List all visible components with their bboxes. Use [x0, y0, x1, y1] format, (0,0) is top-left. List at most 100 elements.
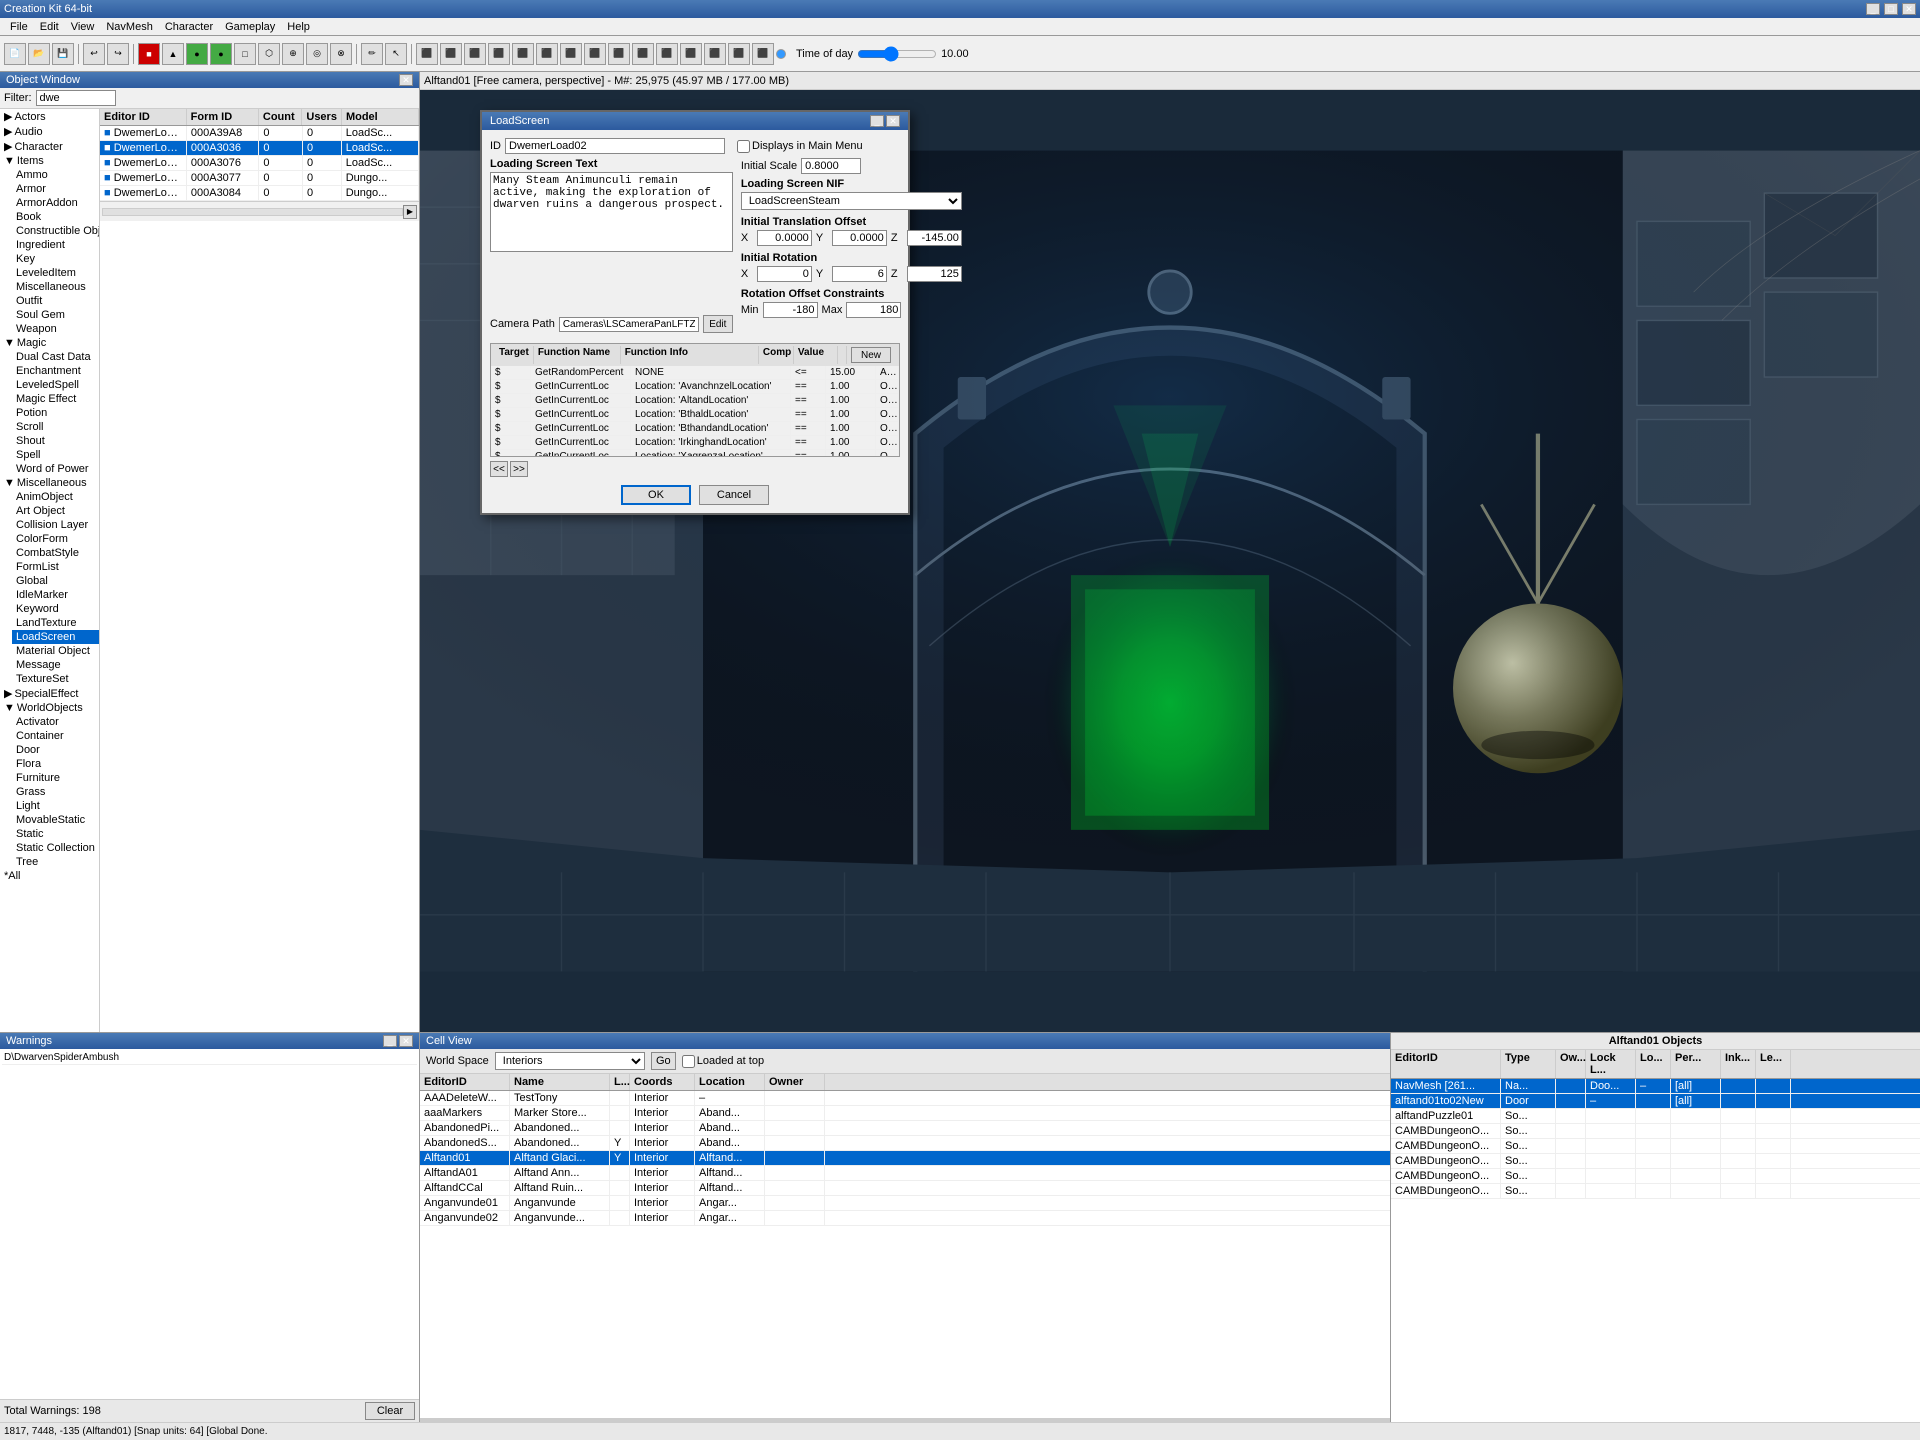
tree-scroll[interactable]: Scroll — [12, 420, 99, 434]
max-input[interactable] — [846, 302, 901, 318]
tree-container[interactable]: Container — [12, 729, 99, 743]
tool-4[interactable]: ● — [210, 43, 232, 65]
match-row[interactable]: $ GetInCurrentLoc Location: 'XagrenzaLoc… — [491, 450, 899, 456]
list-item[interactable]: ■ DwemerLoad04 000A3076 0 0 LoadSc... — [100, 156, 419, 171]
tree-specialeffect[interactable]: ▶SpecialEffect — [0, 686, 99, 701]
scroll-right-btn[interactable]: ▶ — [403, 205, 417, 219]
tree-actors[interactable]: ▶Actors — [0, 109, 99, 124]
list-scrollbar[interactable] — [102, 208, 403, 216]
alftand-row[interactable]: alftand01to02New Door – [all] — [1391, 1094, 1920, 1109]
cell-row[interactable]: Alftand01 Alftand Glaci... Y Interior Al… — [420, 1151, 1390, 1166]
tree-furniture[interactable]: Furniture — [12, 771, 99, 785]
warnings-minimize-btn[interactable]: _ — [383, 1035, 397, 1047]
cell-row[interactable]: AbandonedPi... Abandoned... Interior Aba… — [420, 1121, 1390, 1136]
alftand-row[interactable]: CAMBDungeonO... So... — [1391, 1154, 1920, 1169]
cell-row[interactable]: AlftandCCal Alftand Ruin... Interior Alf… — [420, 1181, 1390, 1196]
rz-input[interactable] — [907, 266, 962, 282]
tx-input[interactable] — [757, 230, 812, 246]
edit-camera-btn[interactable]: Edit — [703, 315, 733, 333]
tb-a[interactable]: ⬛ — [416, 43, 438, 65]
tree-global[interactable]: Global — [12, 574, 99, 588]
tool-6[interactable]: ⬡ — [258, 43, 280, 65]
menu-help[interactable]: Help — [281, 20, 316, 34]
maximize-btn[interactable]: □ — [1884, 3, 1898, 15]
tree-constructible[interactable]: Constructible Obje... — [12, 224, 99, 238]
tree-static[interactable]: Static — [12, 827, 99, 841]
tree-grass[interactable]: Grass — [12, 785, 99, 799]
clear-warnings-btn[interactable]: Clear — [365, 1402, 415, 1420]
tree-key[interactable]: Key — [12, 252, 99, 266]
tb-b[interactable]: ⬛ — [440, 43, 462, 65]
filter-input[interactable] — [36, 90, 116, 106]
tree-magic[interactable]: ▼Magic — [0, 336, 99, 350]
tree-animobject[interactable]: AnimObject — [12, 490, 99, 504]
tree-book[interactable]: Book — [12, 210, 99, 224]
tree-movablestatic[interactable]: MovableStatic — [12, 813, 99, 827]
loaded-at-top-checkbox[interactable] — [682, 1055, 695, 1068]
warnings-close-btn[interactable]: ✕ — [399, 1035, 413, 1047]
tree-staticcollection[interactable]: Static Collection — [12, 841, 99, 855]
tz-input[interactable] — [907, 230, 962, 246]
cell-row[interactable]: aaaMarkers Marker Store... Interior Aban… — [420, 1106, 1390, 1121]
tree-idlemarker[interactable]: IdleMarker — [12, 588, 99, 602]
tree-materialobject[interactable]: Material Object — [12, 644, 99, 658]
tree-dualcastdata[interactable]: Dual Cast Data — [12, 350, 99, 364]
nav-prev-btn[interactable]: << — [490, 461, 508, 477]
tree-door[interactable]: Door — [12, 743, 99, 757]
initial-scale-input[interactable] — [801, 158, 861, 174]
tree-artobject[interactable]: Art Object — [12, 504, 99, 518]
cancel-btn[interactable]: Cancel — [699, 485, 769, 505]
ok-btn[interactable]: OK — [621, 485, 691, 505]
rx-input[interactable] — [757, 266, 812, 282]
tree-message[interactable]: Message — [12, 658, 99, 672]
menu-file[interactable]: File — [4, 20, 34, 34]
menu-gameplay[interactable]: Gameplay — [219, 20, 281, 34]
alftand-row[interactable]: CAMBDungeonO... So... — [1391, 1139, 1920, 1154]
tree-armor[interactable]: Armor — [12, 182, 99, 196]
tree-landtexture[interactable]: LandTexture — [12, 616, 99, 630]
tool-3[interactable]: ● — [186, 43, 208, 65]
pencil-btn[interactable]: ✏ — [361, 43, 383, 65]
tree-audio[interactable]: ▶Audio — [0, 124, 99, 139]
tree-ammo[interactable]: Ammo — [12, 168, 99, 182]
tree-formlist[interactable]: FormList — [12, 560, 99, 574]
list-item[interactable]: ■ DwemerLoad02 000A3036 0 0 LoadSc... — [100, 141, 419, 156]
tree-tree[interactable]: Tree — [12, 855, 99, 869]
tool-7[interactable]: ⊕ — [282, 43, 304, 65]
match-row[interactable]: $ GetInCurrentLoc Location: 'IrkinghandL… — [491, 436, 899, 450]
time-slider[interactable] — [857, 46, 937, 62]
tree-character[interactable]: ▶Character — [0, 139, 99, 154]
list-item[interactable]: ■ DwemerLoad01 000A39A8 0 0 LoadSc... — [100, 126, 419, 141]
open-btn[interactable]: 📂 — [28, 43, 50, 65]
tb-p[interactable] — [776, 49, 786, 59]
menu-character[interactable]: Character — [159, 20, 219, 34]
list-item[interactable]: ■ DwemerLoad06 000A3084 0 0 Dungo... — [100, 186, 419, 201]
tb-h[interactable]: ⬛ — [584, 43, 606, 65]
cell-row[interactable]: AAADeleteW... TestTony Interior – — [420, 1091, 1390, 1106]
tree-flora[interactable]: Flora — [12, 757, 99, 771]
tb-n[interactable]: ⬛ — [728, 43, 750, 65]
alftand-row[interactable]: alftandPuzzle01 So... — [1391, 1109, 1920, 1124]
cell-row[interactable]: AlftandA01 Alftand Ann... Interior Alfta… — [420, 1166, 1390, 1181]
min-input[interactable] — [763, 302, 818, 318]
undo-btn[interactable]: ↩ — [83, 43, 105, 65]
match-row[interactable]: $ GetInCurrentLoc Location: 'BthandandLo… — [491, 422, 899, 436]
menu-navmesh[interactable]: NavMesh — [100, 20, 158, 34]
match-row[interactable]: $ GetRandomPercent NONE <= 15.00 AND — [491, 366, 899, 380]
loading-text-area[interactable]: Many Steam Animunculi remain active, mak… — [490, 172, 733, 252]
tree-keyword[interactable]: Keyword — [12, 602, 99, 616]
tree-spell[interactable]: Spell — [12, 448, 99, 462]
tree-activator[interactable]: Activator — [12, 715, 99, 729]
new-match-btn[interactable]: New — [851, 347, 891, 363]
tree-soulgem[interactable]: Soul Gem — [12, 308, 99, 322]
nav-next-btn[interactable]: >> — [510, 461, 528, 477]
tree-miscellaneous-item[interactable]: Miscellaneous — [12, 280, 99, 294]
tb-j[interactable]: ⬛ — [632, 43, 654, 65]
tree-weapon[interactable]: Weapon — [12, 322, 99, 336]
tb-m[interactable]: ⬛ — [704, 43, 726, 65]
nif-select[interactable]: LoadScreenSteam — [741, 192, 962, 210]
minimize-btn[interactable]: _ — [1866, 3, 1880, 15]
cell-row[interactable]: AbandonedS... Abandoned... Y Interior Ab… — [420, 1136, 1390, 1151]
tree-ingredient[interactable]: Ingredient — [12, 238, 99, 252]
tree-worldobjects[interactable]: ▼WorldObjects — [0, 701, 99, 715]
